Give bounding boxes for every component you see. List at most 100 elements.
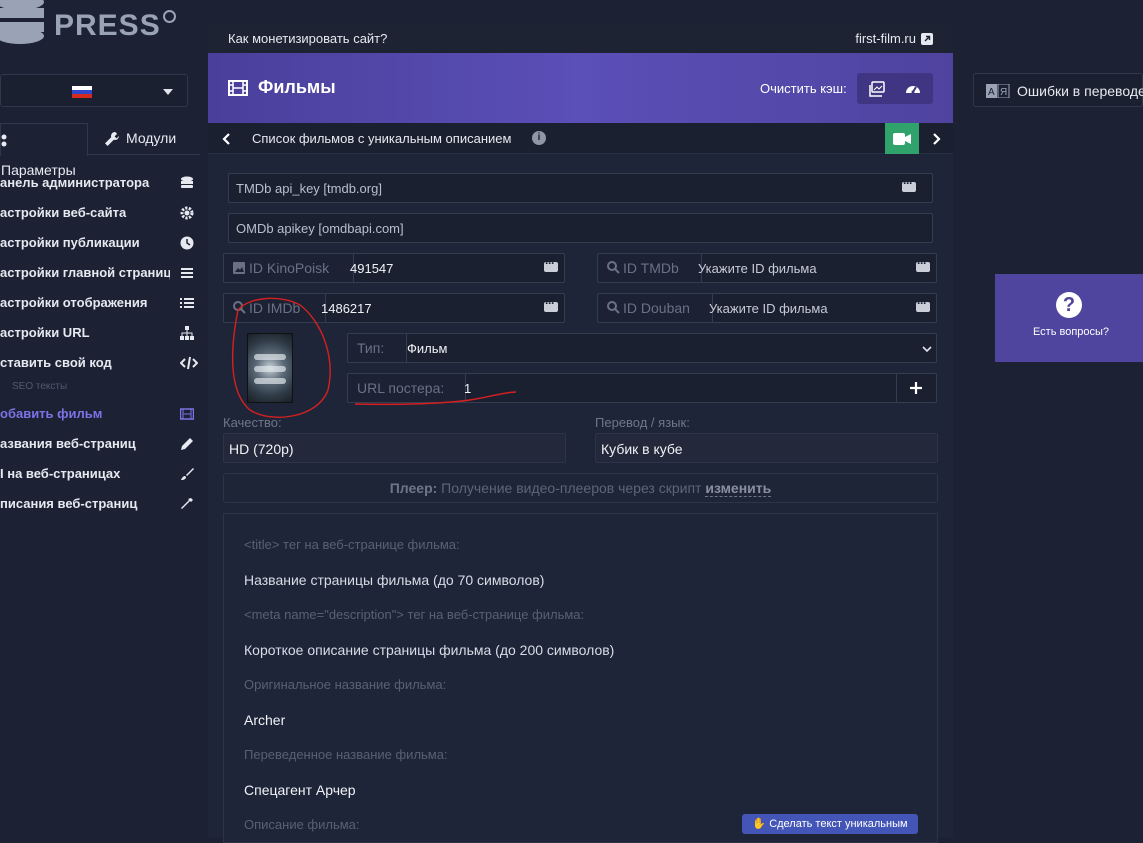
type-select[interactable]: Тип: Фильм xyxy=(347,333,937,363)
sitemap-icon xyxy=(180,326,194,340)
more-icon[interactable] xyxy=(916,256,930,272)
svg-text:A: A xyxy=(988,87,995,98)
tab-parameters[interactable]: Параметры xyxy=(0,123,88,178)
player-label: Плеер: xyxy=(389,480,438,496)
info-icon[interactable]: i xyxy=(532,131,546,145)
logo-stack-icon xyxy=(0,0,44,44)
player-change-link[interactable]: изменить xyxy=(705,480,772,497)
hand-icon: ✋ xyxy=(752,818,767,830)
douban-id-field[interactable]: ID Douban Укажите ID фильма xyxy=(597,293,937,323)
quality-value: HD (720p) xyxy=(229,441,294,457)
video-camera-icon xyxy=(893,133,911,145)
sidebar-item-label: астройки публикации xyxy=(0,235,140,250)
top-bar: Как монетизировать сайт? first-film.ru xyxy=(208,24,953,53)
sidebar-item-add-film[interactable]: обавить фильм xyxy=(0,399,200,429)
quality-input[interactable]: HD (720p) xyxy=(223,433,566,463)
tmdb-api-key-input[interactable]: TMDb api_key [tmdb.org] xyxy=(228,173,933,203)
sidebar-item-label: I на веб-страницах xyxy=(0,466,121,481)
translation-label: Перевод / язык: xyxy=(595,415,690,430)
translated-title-label: Переведенное название фильма: xyxy=(244,747,448,762)
sidebar-item-custom-code[interactable]: ставить свой код xyxy=(0,348,200,378)
clear-image-cache-button[interactable] xyxy=(869,81,885,97)
kinopoisk-id-field[interactable]: ID KinoPoisk 491547 xyxy=(223,253,565,283)
clear-speed-cache-button[interactable] xyxy=(905,81,921,97)
sliders-icon xyxy=(1,133,9,147)
original-title-label: Оригинальное название фильма: xyxy=(244,677,447,692)
tab-modules-label: Модули xyxy=(126,130,177,146)
sidebar-item-page-names[interactable]: азвания веб-страниц xyxy=(0,429,200,459)
brush-icon xyxy=(181,468,194,480)
poster-url-field[interactable]: URL постера: 1 xyxy=(347,373,937,403)
svg-text:Я: Я xyxy=(1000,87,1007,98)
more-icon[interactable] xyxy=(544,256,558,272)
seo-description-label: <meta name="description"> тег на веб-стр… xyxy=(244,607,585,622)
tmdb-id-field[interactable]: ID TMDb Укажите ID фильма xyxy=(597,253,937,283)
more-icon[interactable] xyxy=(916,296,930,312)
seo-description-input[interactable]: Короткое описание страницы фильма (до 20… xyxy=(244,642,614,658)
player-info-bar: Плеер: Получение видео-плееров через скр… xyxy=(223,473,938,503)
imdb-id-prefix-label: ID IMDb xyxy=(249,300,301,316)
seo-title-label: <title> тег на веб-странице фильма: xyxy=(244,537,460,552)
original-title-input[interactable]: Archer xyxy=(244,712,285,728)
seo-title-input[interactable]: Название страницы фильма (до 70 символов… xyxy=(244,572,544,588)
type-value: Фильм xyxy=(407,341,448,356)
sidebar-item-label: писания веб-страниц xyxy=(0,496,138,511)
omdb-api-key-input[interactable]: OMDb apikey [omdbapi.com] xyxy=(228,213,933,243)
sidebar-tabs: Параметры Модули xyxy=(0,123,200,178)
translated-title-input[interactable]: Спецагент Арчер xyxy=(244,782,356,798)
translation-input[interactable]: Кубик в кубе xyxy=(595,433,938,463)
sub-bar: Список фильмов с уникальным описанием i xyxy=(208,123,953,154)
logo[interactable]: cinema PRESS xyxy=(0,0,160,52)
page-header: Фильмы Очистить кэш: xyxy=(208,53,953,123)
monetize-link[interactable]: Как монетизировать сайт? xyxy=(228,31,387,46)
image-icon xyxy=(233,262,245,274)
clock-icon xyxy=(180,236,194,250)
sidebar-item-page-descriptions[interactable]: писания веб-страниц xyxy=(0,489,200,519)
imdb-id-value: 1486217 xyxy=(321,301,372,316)
kinopoisk-id-prefix-label: ID KinoPoisk xyxy=(249,260,330,276)
poster-thumbnail[interactable] xyxy=(247,333,293,403)
logo-main-text: PRESS xyxy=(54,9,161,42)
video-button[interactable] xyxy=(885,123,919,154)
russian-flag-icon xyxy=(72,86,92,98)
plus-icon[interactable] xyxy=(909,381,923,395)
sidebar-item-website-settings[interactable]: астройки веб-сайта xyxy=(0,198,200,228)
sidebar-item-admin-panel[interactable]: анель администратора xyxy=(0,168,200,198)
kinopoisk-id-value: 491547 xyxy=(350,261,394,276)
site-link[interactable]: first-film.ru xyxy=(855,31,933,46)
sidebar-item-label: астройки главной страницы xyxy=(0,265,170,280)
translate-icon: AЯ xyxy=(986,84,1010,98)
clear-cache-label: Очистить кэш: xyxy=(760,81,847,96)
external-link-icon xyxy=(921,32,933,45)
sidebar-item-label: анель администратора xyxy=(0,175,150,190)
tmdb-id-placeholder: Укажите ID фильма xyxy=(698,261,817,276)
chevron-left-icon[interactable] xyxy=(220,132,234,146)
sidebar-item-home-settings[interactable]: астройки главной страницы xyxy=(0,258,200,288)
sidebar-item-label: обавить фильм xyxy=(0,406,103,421)
wrench-icon xyxy=(104,131,120,147)
more-icon[interactable] xyxy=(902,176,916,192)
question-icon: ? xyxy=(1056,292,1082,318)
more-icon[interactable] xyxy=(544,296,558,312)
douban-id-placeholder: Укажите ID фильма xyxy=(709,301,828,316)
logo-top-text: cinema xyxy=(54,0,137,6)
unique-films-list-title: Список фильмов с уникальным описанием xyxy=(252,131,512,146)
sidebar-item-page-h1[interactable]: I на веб-страницах xyxy=(0,459,200,489)
sidebar-separator: SEO тексты xyxy=(12,381,68,392)
sidebar-item-publishing-settings[interactable]: астройки публикации xyxy=(0,228,200,258)
help-label: Есть вопросы? xyxy=(1032,326,1110,338)
make-unique-button[interactable]: ✋ Сделать текст уникальным xyxy=(742,814,918,834)
poster-url-value: 1 xyxy=(464,381,472,396)
translation-errors-button[interactable]: AЯ Ошибки в переводе? xyxy=(973,73,1143,107)
tmdb-id-prefix: ID TMDb xyxy=(598,254,702,282)
chevron-right-icon[interactable] xyxy=(929,132,943,146)
list-icon xyxy=(181,268,193,278)
film-icon xyxy=(180,408,194,420)
sidebar-item-url-settings[interactable]: астройки URL xyxy=(0,318,200,348)
tab-modules[interactable]: Модули xyxy=(104,123,176,155)
imdb-id-field[interactable]: ID IMDb 1486217 xyxy=(223,293,565,323)
sidebar-item-display-settings[interactable]: астройки отображения xyxy=(0,288,200,318)
language-select[interactable] xyxy=(0,74,188,107)
help-box[interactable]: ? Есть вопросы? xyxy=(995,274,1143,362)
type-label: Тип: xyxy=(348,334,407,362)
